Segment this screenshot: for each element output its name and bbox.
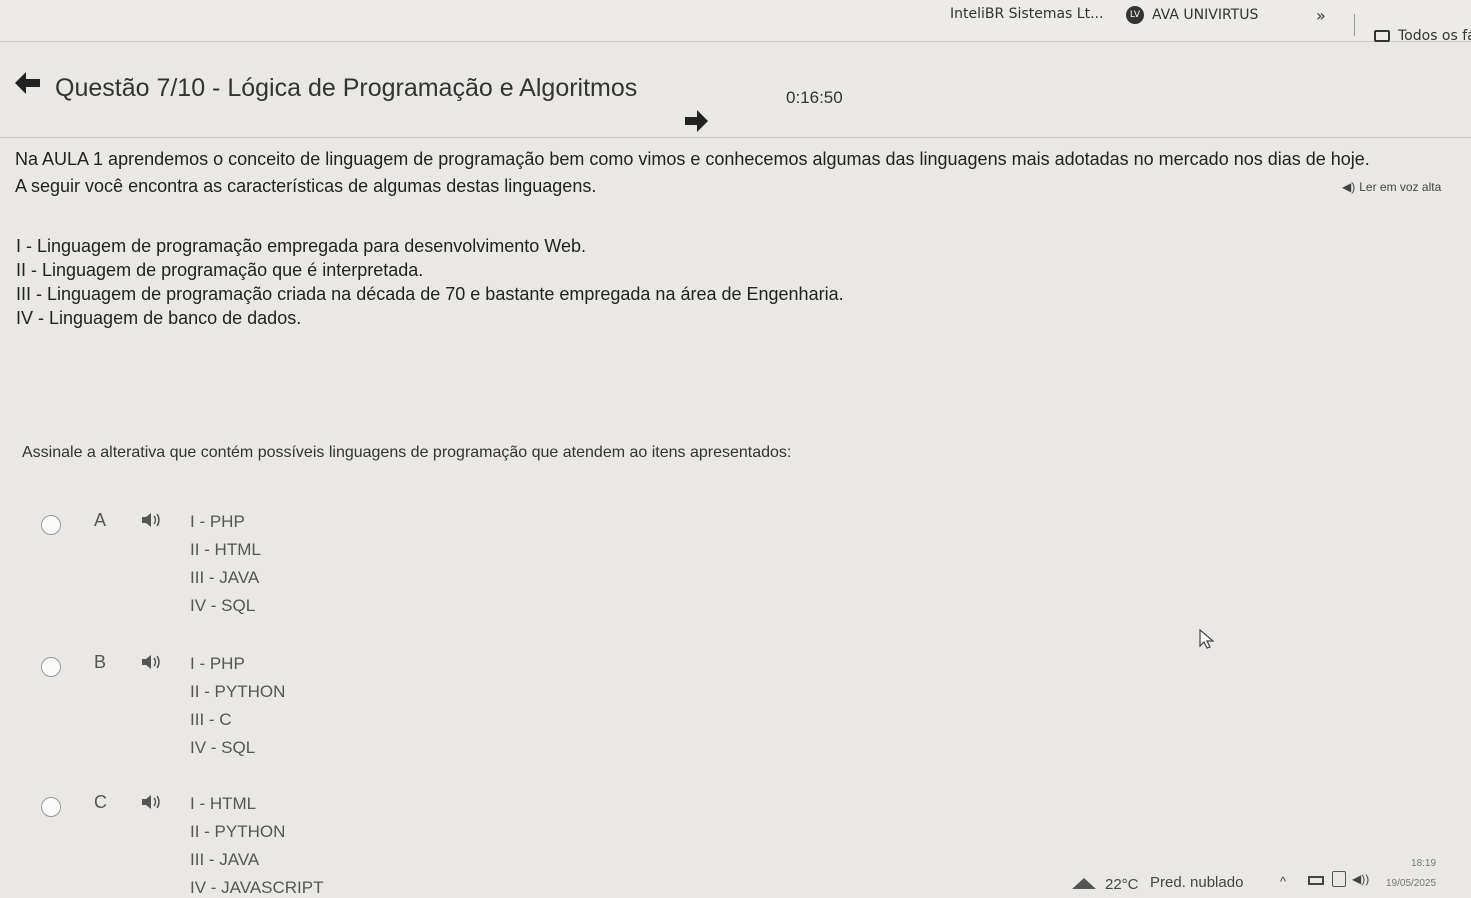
- radio-button[interactable]: [41, 657, 61, 677]
- bookmark-ava-univirtus[interactable]: LV AVA UNIVIRTUS: [1126, 6, 1258, 24]
- list-item: III - Linguagem de programação criada na…: [16, 284, 844, 304]
- option-letter: B: [94, 652, 107, 672]
- read-aloud-button[interactable]: ◀) Ler em voz alta: [1342, 180, 1441, 194]
- characteristics-list: I - Linguagem de programação empregada p…: [16, 234, 844, 330]
- option-line: I - HTML: [190, 794, 257, 813]
- option-line: I - PHP: [190, 654, 245, 673]
- option-letter: A: [94, 510, 107, 530]
- option-line: III - JAVA: [190, 568, 260, 587]
- speaker-icon[interactable]: [140, 652, 162, 672]
- option-line: IV - SQL: [190, 738, 256, 757]
- weather-status[interactable]: Pred. nublado: [1150, 874, 1243, 891]
- radio-button[interactable]: [41, 515, 61, 535]
- option-line: III - C: [190, 710, 232, 729]
- network-icon[interactable]: [1332, 871, 1346, 887]
- bookmark-all-bookmarks-folder[interactable]: Todos os fa: [1374, 28, 1471, 44]
- option-line: IV - JAVASCRIPT: [190, 878, 324, 897]
- option-text: I - PHP II - HTML III - JAVA IV - SQL: [190, 508, 261, 620]
- list-item: I - Linguagem de programação empregada p…: [16, 236, 587, 256]
- bookmark-label: InteliBR Sistemas Lt...: [950, 6, 1104, 22]
- option-line: II - PYTHON: [190, 822, 286, 841]
- clock-time: 18:19: [1411, 858, 1437, 869]
- next-question-arrow-icon[interactable]: [683, 108, 711, 134]
- option-line: II - PYTHON: [190, 682, 286, 701]
- answer-option-a[interactable]: A I - PHP II - HTML III - JAVA IV - SQL: [24, 490, 1471, 622]
- bookmark-label: Todos os fa: [1398, 28, 1471, 44]
- bookmarks-overflow-button[interactable]: »: [1316, 6, 1326, 25]
- option-text: I - HTML II - PYTHON III - JAVA IV - JAV…: [190, 790, 324, 898]
- folder-icon: [1374, 30, 1390, 42]
- speaker-icon: ◀): [1342, 180, 1356, 194]
- bookmark-label: AVA UNIVIRTUS: [1152, 7, 1259, 23]
- option-line: I - PHP: [190, 512, 245, 531]
- question-intro: Na AULA 1 aprendemos o conceito de lingu…: [15, 146, 1370, 200]
- read-aloud-label: Ler em voz alta: [1359, 180, 1442, 194]
- volume-icon[interactable]: ◀)): [1352, 872, 1369, 886]
- mouse-pointer-icon: [1199, 628, 1215, 649]
- option-line: II - HTML: [190, 540, 261, 559]
- bookmarks-bar: InteliBR Sistemas Lt... LV AVA UNIVIRTUS…: [0, 0, 1471, 44]
- temperature[interactable]: 22°C: [1105, 876, 1139, 893]
- weather-cloud-icon[interactable]: [1070, 876, 1098, 890]
- system-taskbar: 22°C Pred. nublado ^ ◀)) 18:19 19/05/202…: [1060, 858, 1471, 898]
- exam-timer: 0:16:50: [786, 88, 843, 107]
- speaker-icon[interactable]: [140, 792, 162, 812]
- intro-line: Na AULA 1 aprendemos o conceito de lingu…: [15, 149, 1370, 169]
- battery-icon[interactable]: [1308, 876, 1324, 885]
- answer-option-b[interactable]: B I - PHP II - PYTHON III - C IV - SQL: [24, 632, 1471, 764]
- option-text: I - PHP II - PYTHON III - C IV - SQL: [190, 650, 285, 762]
- chevron-up-icon[interactable]: ^: [1280, 874, 1286, 889]
- question-title: Questão 7/10 - Lógica de Programação e A…: [55, 74, 638, 102]
- bookmark-intelibr[interactable]: InteliBR Sistemas Lt...: [950, 6, 1103, 22]
- question-prompt: Assinale a alterativa que contém possíve…: [22, 444, 792, 461]
- list-item: II - Linguagem de programação que é inte…: [16, 260, 424, 280]
- ava-favicon-icon: LV: [1126, 6, 1144, 24]
- clock-date: 19/05/2025: [1386, 878, 1437, 889]
- option-line: III - JAVA: [190, 850, 260, 869]
- system-clock[interactable]: 18:19 19/05/2025: [1386, 854, 1436, 894]
- option-letter: C: [94, 792, 107, 812]
- intro-line: A seguir você encontra as característica…: [15, 176, 597, 196]
- bookmark-separator: [1354, 14, 1355, 36]
- previous-question-arrow-icon[interactable]: [12, 70, 42, 96]
- option-line: IV - SQL: [190, 596, 256, 615]
- speaker-icon[interactable]: [140, 510, 162, 530]
- list-item: IV - Linguagem de banco de dados.: [16, 308, 302, 328]
- radio-button[interactable]: [41, 797, 61, 817]
